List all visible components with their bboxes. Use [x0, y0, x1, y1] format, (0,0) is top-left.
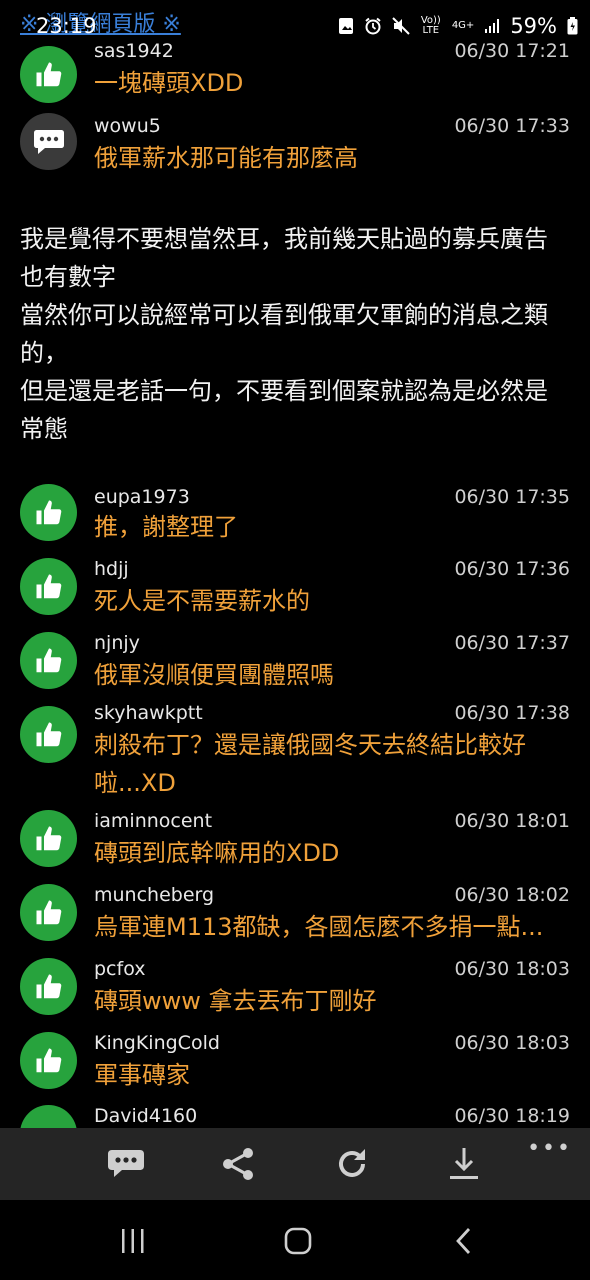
- thumbs-up-icon: [20, 958, 77, 1015]
- volte-indicator: Vo)) LTE: [420, 15, 441, 36]
- thumbs-up-icon: [20, 1105, 77, 1128]
- comment-text: 推，謝整理了: [94, 513, 238, 541]
- comment-item: David4160 06/30 18:19: [0, 1105, 590, 1128]
- status-bar: ※ 瀏覽網頁版 ※ 23:19 Vo)) LTE 4G+ 59%: [0, 0, 590, 44]
- thumbs-up-icon: [20, 884, 77, 941]
- comment-time: 06/30 18:03: [454, 1032, 570, 1054]
- comment-user[interactable]: njnjy: [94, 632, 140, 654]
- comment-user[interactable]: KingKingCold: [94, 1032, 220, 1054]
- recent-apps-icon[interactable]: [113, 1224, 153, 1258]
- network-type: 4G+: [451, 20, 475, 31]
- comment-user[interactable]: hdjj: [94, 558, 129, 580]
- share-icon[interactable]: [216, 1144, 260, 1184]
- comment-time: 06/30 17:37: [454, 632, 570, 654]
- comment-text: 俄軍薪水那可能有那麼高: [94, 144, 358, 172]
- status-time: 23:19: [36, 14, 97, 38]
- comment-text: 死人是不需要薪水的: [94, 587, 310, 615]
- comment-time: 06/30 17:35: [454, 486, 570, 508]
- comment-icon[interactable]: [104, 1144, 148, 1184]
- battery-percent: 59%: [510, 14, 557, 38]
- thumbs-up-icon: [20, 484, 77, 541]
- mute-icon: [392, 17, 410, 35]
- comment-user[interactable]: pcfox: [94, 958, 145, 980]
- comment-text: 磚頭到底幹嘛用的XDD: [94, 839, 340, 867]
- comment-user[interactable]: wowu5: [94, 115, 161, 137]
- bottom-toolbar: •••: [0, 1128, 590, 1200]
- thumbs-up-icon: [20, 632, 77, 689]
- comment-text: 烏軍連M113都缺，各國怎麼不多捐一點...: [94, 913, 544, 941]
- thumbs-up-icon: [20, 1032, 77, 1089]
- post-body-text: 我是覺得不要想當然耳，我前幾天貼過的募兵廣告也有數字 當然你可以說經常可以看到俄…: [20, 220, 570, 448]
- comment-text: 磚頭www 拿去丟布丁剛好: [94, 987, 377, 1015]
- comment-time: 06/30 17:33: [454, 115, 570, 137]
- comment-time: 06/30 17:38: [454, 702, 570, 724]
- alarm-icon: [364, 17, 382, 35]
- thumbs-up-icon: [20, 810, 77, 867]
- comment-user[interactable]: iaminnocent: [94, 810, 212, 832]
- body-paragraph: 我是覺得不要想當然耳，我前幾天貼過的募兵廣告也有數字: [20, 225, 548, 291]
- comment-text: 刺殺布丁？還是讓俄國冬天去終結比較好啦...XD: [94, 731, 526, 797]
- comment-time: 06/30 18:03: [454, 958, 570, 980]
- signal-icon: [484, 18, 500, 34]
- comment-user[interactable]: skyhawkptt: [94, 702, 203, 724]
- status-icons: Vo)) LTE 4G+ 59%: [338, 14, 578, 38]
- home-icon[interactable]: [278, 1224, 318, 1258]
- download-icon[interactable]: [442, 1144, 486, 1184]
- body-paragraph: 但是還是老話一句，不要看到個案就認為是必然是常態: [20, 377, 548, 443]
- system-nav-bar: [0, 1200, 590, 1280]
- thumbs-up-icon: [20, 706, 77, 763]
- comment-time: 06/30 18:01: [454, 810, 570, 832]
- thumbs-up-icon: [20, 558, 77, 615]
- comment-text: 俄軍沒順便買團體照嗎: [94, 661, 334, 689]
- comment-time: 06/30 18:19: [454, 1105, 570, 1127]
- comment-text: 一塊磚頭XDD: [94, 69, 244, 97]
- comment-user[interactable]: eupa1973: [94, 486, 190, 508]
- chat-bubble-icon: [20, 113, 77, 170]
- battery-icon: [567, 17, 578, 35]
- body-paragraph: 當然你可以說經常可以看到俄軍欠軍餉的消息之類的，: [20, 301, 548, 367]
- comment-time: 06/30 18:02: [454, 884, 570, 906]
- comment-user[interactable]: muncheberg: [94, 884, 214, 906]
- comment-time: 06/30 17:36: [454, 558, 570, 580]
- comment-user[interactable]: David4160: [94, 1105, 197, 1127]
- thumbs-up-icon: [20, 46, 77, 103]
- photo-notification-icon: [338, 17, 354, 35]
- comment-text: 軍事磚家: [94, 1061, 190, 1089]
- more-options-icon[interactable]: •••: [527, 1136, 572, 1161]
- refresh-icon[interactable]: [330, 1144, 374, 1184]
- back-icon[interactable]: [444, 1224, 484, 1258]
